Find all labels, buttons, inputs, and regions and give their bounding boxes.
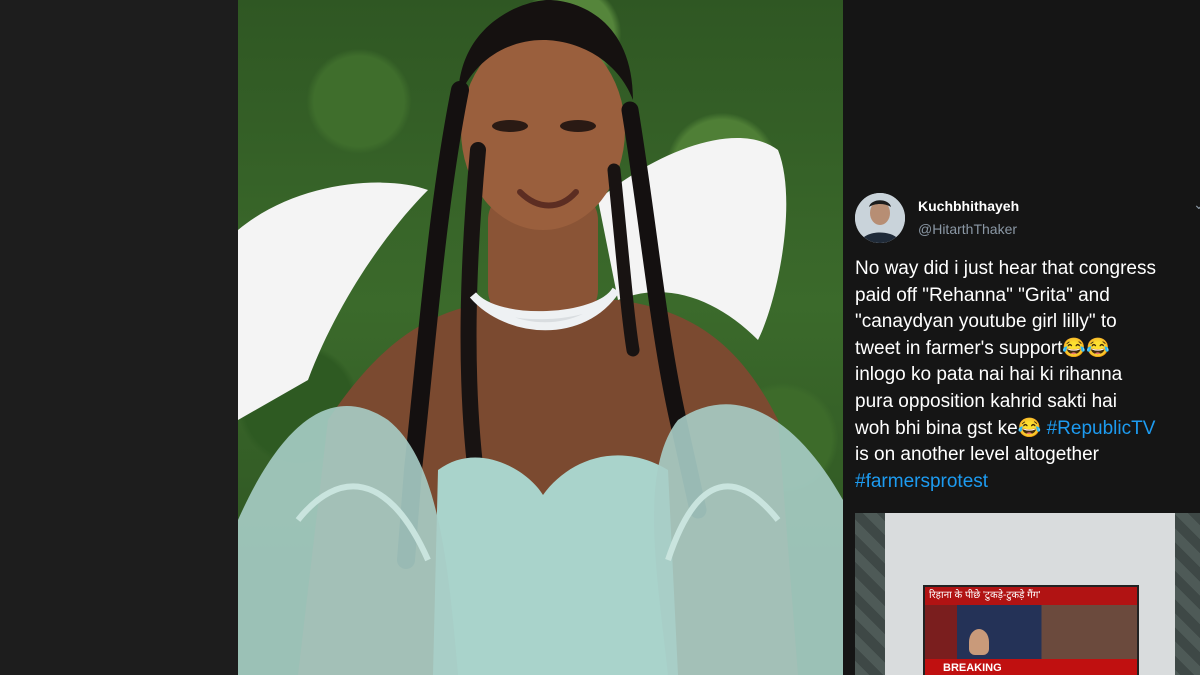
tv-anchor (969, 629, 989, 655)
celebrity-photo (238, 0, 843, 675)
tweet-line: is on another level altogether (855, 444, 1099, 466)
tv-breaking-ticker: BREAKING (925, 659, 1137, 675)
hashtag-farmersprotest[interactable]: #farmersprotest (855, 469, 1200, 496)
tweet-embedded-image[interactable]: रिहाना के पीछे 'टुकड़े-टुकड़े गैंग' BREA… (855, 513, 1200, 675)
hashtag-republictv[interactable]: #RepublicTV (1047, 418, 1156, 439)
tweet-line: paid off "Rehanna" "Grita" and (855, 284, 1110, 306)
tweet-line: "canaydyan youtube girl lilly" to (855, 311, 1117, 333)
tweet-text: No way did i just hear that congress pai… (855, 256, 1200, 495)
tweet-line: No way did i just hear that congress (855, 258, 1156, 279)
tweet-line: tweet in farmer's support😂😂 (855, 337, 1110, 359)
tweet-line-with-hashtag: woh bhi bina gst ke😂 #RepublicTV (855, 416, 1200, 443)
chevron-down-icon[interactable]: ⌄ (1193, 196, 1200, 213)
tv-ticker-text: BREAKING (943, 662, 1002, 674)
user-display-name[interactable]: Kuchbhithayeh (918, 198, 1019, 214)
tweet-line: pura opposition kahrid sakti hai (855, 390, 1117, 412)
tv-headline-bar: रिहाना के पीछे 'टुकड़े-टुकड़े गैंग' (925, 587, 1137, 605)
television: रिहाना के पीछे 'टुकड़े-टुकड़े गैंग' BREA… (923, 585, 1139, 675)
tv-headline: रिहाना के पीछे 'टुकड़े-टुकड़े गैंग' (929, 590, 1041, 601)
tweet-line: inlogo ko pata nai hai ki rihanna (855, 364, 1123, 386)
user-handle[interactable]: @HitarthThaker (918, 221, 1017, 237)
tweet-line-text: woh bhi bina gst ke😂 (855, 417, 1047, 439)
user-avatar[interactable] (855, 193, 905, 243)
tv-screen (925, 605, 1137, 659)
left-margin (0, 0, 238, 675)
